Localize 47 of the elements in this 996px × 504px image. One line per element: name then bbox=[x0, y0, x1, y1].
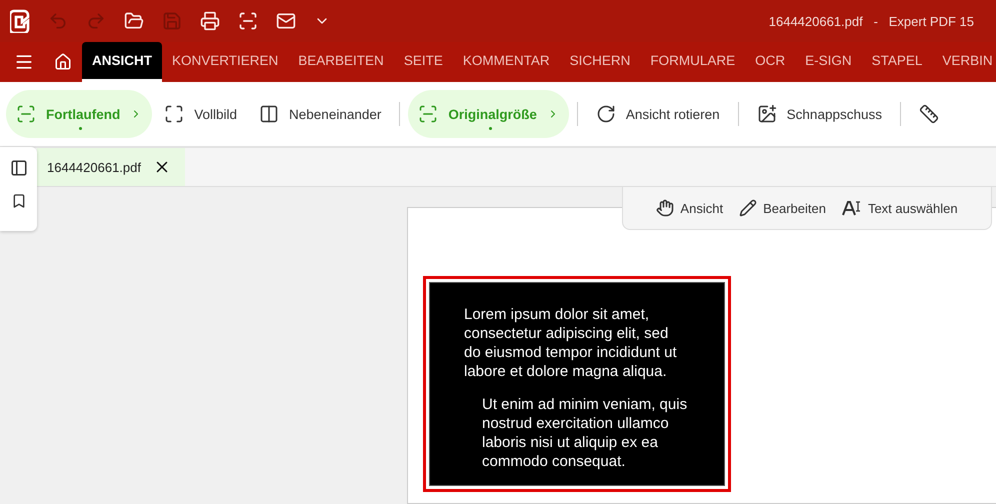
ribbon-tab[interactable]: E-SIGN bbox=[795, 42, 862, 82]
document-tab-label: 1644420661.pdf bbox=[47, 160, 141, 174]
mode-button[interactable]: Text auswählen bbox=[838, 200, 962, 216]
ribbon-tab[interactable]: STAPEL bbox=[862, 42, 932, 82]
redo-icon bbox=[86, 11, 106, 31]
toolbar-button[interactable]: Vollbild bbox=[154, 90, 248, 138]
paragraph: Ut enim ad minim veniam, quis nostrud exercitation ullamco laboris nisi ut aliquip ex ea commodo consequat. bbox=[481, 395, 688, 471]
toolbar-button[interactable]: Fortlaufend bbox=[6, 90, 152, 138]
ribbon-tab[interactable]: VERBIN bbox=[932, 42, 996, 82]
ribbon-tab[interactable]: FORMULARE bbox=[640, 42, 746, 82]
active-dot bbox=[79, 127, 82, 130]
toolbar-button[interactable]: Nebeneinander bbox=[249, 90, 392, 138]
open-button[interactable] bbox=[124, 11, 144, 31]
window-title: 1644420661.pdf - Expert PDF 15 bbox=[768, 14, 975, 28]
undo-icon bbox=[48, 11, 68, 31]
columns-icon bbox=[259, 104, 280, 124]
ribbon-tab[interactable]: BEARBEITEN bbox=[288, 42, 394, 82]
ribbon-tab[interactable]: ANSICHT bbox=[82, 42, 162, 82]
mode-button[interactable]: Bearbeiten bbox=[735, 199, 830, 217]
bookmark-button[interactable] bbox=[10, 193, 26, 209]
save-icon bbox=[162, 11, 182, 31]
mail-icon bbox=[276, 11, 296, 31]
text-cursor-icon bbox=[842, 200, 862, 216]
camera-icon bbox=[756, 104, 777, 124]
paragraph: Lorem ipsum dolor sit amet, consectetur adipiscing elit, sed do eiusmod tempor incididunt ut labore et dolore magna aliqua. bbox=[464, 305, 678, 381]
mail-button[interactable] bbox=[276, 11, 296, 31]
pencil-icon bbox=[739, 199, 758, 217]
toolbar-button[interactable]: Originalgröße bbox=[408, 90, 569, 138]
ribbon-tab[interactable]: SICHERN bbox=[560, 42, 640, 82]
ribbon-tab[interactable]: SEITE bbox=[394, 42, 453, 82]
document-tab[interactable]: 1644420661.pdf bbox=[37, 148, 185, 186]
folder-icon bbox=[124, 11, 144, 31]
hand-icon bbox=[656, 199, 674, 217]
ribbon-tab[interactable]: OCR bbox=[745, 42, 796, 82]
panel-toggle-button[interactable] bbox=[10, 159, 28, 177]
toolbar-button[interactable]: Schnappschuss bbox=[746, 90, 892, 138]
rotate-icon bbox=[596, 104, 616, 124]
active-dot bbox=[488, 127, 492, 130]
toolbar-button[interactable]: Ansicht rotieren bbox=[586, 90, 730, 138]
fullscreen-icon bbox=[164, 104, 184, 124]
mode-button[interactable]: Ansicht bbox=[652, 199, 728, 217]
sidebar-icon bbox=[10, 159, 28, 177]
ribbon-tab[interactable]: KOMMENTAR bbox=[452, 42, 560, 82]
home-icon bbox=[54, 53, 72, 71]
bookmark-icon bbox=[10, 193, 26, 209]
ribbon-tab[interactable]: KONVERTIEREN bbox=[162, 42, 288, 82]
app-logo-icon bbox=[10, 9, 30, 33]
